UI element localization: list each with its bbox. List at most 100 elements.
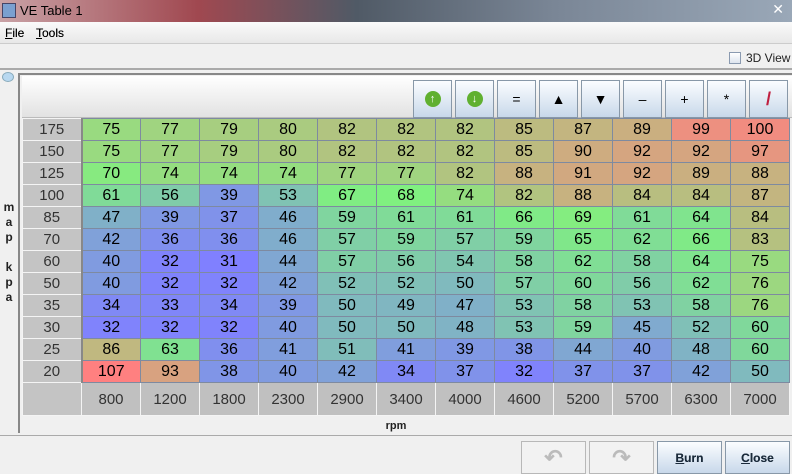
ve-cell[interactable]: 89 xyxy=(612,118,672,141)
ve-cell[interactable]: 53 xyxy=(494,294,554,317)
ve-cell[interactable]: 76 xyxy=(730,272,790,295)
ve-cell[interactable]: 93 xyxy=(140,360,200,383)
ve-cell[interactable]: 42 xyxy=(317,360,377,383)
ve-cell[interactable]: 39 xyxy=(140,206,200,229)
ve-cell[interactable]: 90 xyxy=(553,140,613,163)
ve-cell[interactable]: 40 xyxy=(258,360,318,383)
ve-cell[interactable]: 56 xyxy=(376,250,436,273)
ve-cell[interactable]: 63 xyxy=(140,338,200,361)
ve-cell[interactable]: 37 xyxy=(435,360,495,383)
multiply-button[interactable]: * xyxy=(707,80,746,118)
ve-cell[interactable]: 32 xyxy=(494,360,554,383)
ve-cell[interactable]: 53 xyxy=(258,184,318,207)
ve-cell[interactable]: 40 xyxy=(612,338,672,361)
x-axis-cell[interactable]: 5700 xyxy=(612,382,672,416)
ve-cell[interactable]: 54 xyxy=(435,250,495,273)
increase-button[interactable]: ↑ xyxy=(413,80,452,118)
ve-cell[interactable]: 60 xyxy=(730,316,790,339)
ve-cell[interactable]: 60 xyxy=(553,272,613,295)
ve-cell[interactable]: 41 xyxy=(376,338,436,361)
ve-cell[interactable]: 77 xyxy=(140,140,200,163)
ve-cell[interactable]: 56 xyxy=(140,184,200,207)
ve-cell[interactable]: 62 xyxy=(671,272,731,295)
ve-cell[interactable]: 56 xyxy=(612,272,672,295)
y-axis-cell[interactable]: 100 xyxy=(22,184,83,207)
ve-cell[interactable]: 77 xyxy=(376,162,436,185)
ve-cell[interactable]: 42 xyxy=(258,272,318,295)
3d-view-label[interactable]: 3D View xyxy=(746,51,790,65)
x-axis-cell[interactable]: 2300 xyxy=(258,382,318,416)
x-axis-cell[interactable]: 1800 xyxy=(199,382,259,416)
ve-cell[interactable]: 44 xyxy=(258,250,318,273)
x-axis-cell[interactable]: 800 xyxy=(81,382,141,416)
ve-cell[interactable]: 41 xyxy=(258,338,318,361)
ve-cell[interactable]: 52 xyxy=(376,272,436,295)
x-axis-cell[interactable]: 2900 xyxy=(317,382,377,416)
close-button[interactable]: Close Close xyxy=(725,441,790,474)
ve-cell[interactable]: 50 xyxy=(317,316,377,339)
ve-cell[interactable]: 59 xyxy=(494,228,554,251)
ve-cell[interactable]: 58 xyxy=(671,294,731,317)
y-axis-cell[interactable]: 50 xyxy=(22,272,83,295)
ve-cell[interactable]: 88 xyxy=(553,184,613,207)
ve-cell[interactable]: 42 xyxy=(671,360,731,383)
ve-cell[interactable]: 50 xyxy=(730,360,790,383)
ve-cell[interactable]: 82 xyxy=(317,140,377,163)
ve-cell[interactable]: 100 xyxy=(730,118,790,141)
ve-cell[interactable]: 57 xyxy=(317,228,377,251)
ve-cell[interactable]: 77 xyxy=(140,118,200,141)
ve-cell[interactable]: 75 xyxy=(730,250,790,273)
ve-cell[interactable]: 88 xyxy=(730,162,790,185)
3d-view-checkbox[interactable] xyxy=(729,52,741,64)
ve-cell[interactable]: 76 xyxy=(730,294,790,317)
ve-cell[interactable]: 58 xyxy=(494,250,554,273)
ve-cell[interactable]: 46 xyxy=(258,206,318,229)
ve-cell[interactable]: 88 xyxy=(494,162,554,185)
ve-cell[interactable]: 37 xyxy=(612,360,672,383)
ve-cell[interactable]: 39 xyxy=(199,184,259,207)
ve-cell[interactable]: 82 xyxy=(435,162,495,185)
ve-cell[interactable]: 33 xyxy=(140,294,200,317)
ve-cell[interactable]: 80 xyxy=(258,140,318,163)
ve-cell[interactable]: 40 xyxy=(81,272,141,295)
x-axis-cell[interactable]: 6300 xyxy=(671,382,731,416)
ve-cell[interactable]: 82 xyxy=(317,118,377,141)
ve-cell[interactable]: 82 xyxy=(376,140,436,163)
x-axis-cell[interactable]: 4000 xyxy=(435,382,495,416)
ve-cell[interactable]: 87 xyxy=(730,184,790,207)
ve-cell[interactable]: 31 xyxy=(199,250,259,273)
ve-cell[interactable]: 61 xyxy=(435,206,495,229)
ve-cell[interactable]: 58 xyxy=(553,294,613,317)
ve-cell[interactable]: 99 xyxy=(671,118,731,141)
ve-cell[interactable]: 67 xyxy=(317,184,377,207)
ve-cell[interactable]: 57 xyxy=(317,250,377,273)
ve-cell[interactable]: 51 xyxy=(317,338,377,361)
ve-cell[interactable]: 92 xyxy=(612,140,672,163)
ve-cell[interactable]: 45 xyxy=(612,316,672,339)
ve-cell[interactable]: 37 xyxy=(199,206,259,229)
ve-cell[interactable]: 65 xyxy=(553,228,613,251)
set-equal-button[interactable]: = xyxy=(497,80,536,118)
ve-cell[interactable]: 50 xyxy=(317,294,377,317)
ve-cell[interactable]: 50 xyxy=(376,316,436,339)
ve-cell[interactable]: 36 xyxy=(140,228,200,251)
y-axis-cell[interactable]: 30 xyxy=(22,316,83,339)
ve-cell[interactable]: 50 xyxy=(435,272,495,295)
ve-cell[interactable]: 83 xyxy=(730,228,790,251)
ve-cell[interactable]: 82 xyxy=(435,118,495,141)
ve-cell[interactable]: 40 xyxy=(258,316,318,339)
ve-cell[interactable]: 44 xyxy=(553,338,613,361)
menu-tools[interactable]: Tools Tools xyxy=(36,26,64,40)
ve-cell[interactable]: 32 xyxy=(199,272,259,295)
ve-cell[interactable]: 49 xyxy=(376,294,436,317)
ve-cell[interactable]: 42 xyxy=(81,228,141,251)
ve-cell[interactable]: 75 xyxy=(81,118,141,141)
x-axis-cell[interactable]: 5200 xyxy=(553,382,613,416)
ve-cell[interactable]: 53 xyxy=(494,316,554,339)
ve-cell[interactable]: 59 xyxy=(317,206,377,229)
ve-cell[interactable]: 70 xyxy=(81,162,141,185)
ve-cell[interactable]: 107 xyxy=(81,360,141,383)
y-axis-cell[interactable]: 175 xyxy=(22,118,83,141)
undo-button[interactable]: ↶ xyxy=(521,441,586,474)
ve-cell[interactable]: 34 xyxy=(199,294,259,317)
